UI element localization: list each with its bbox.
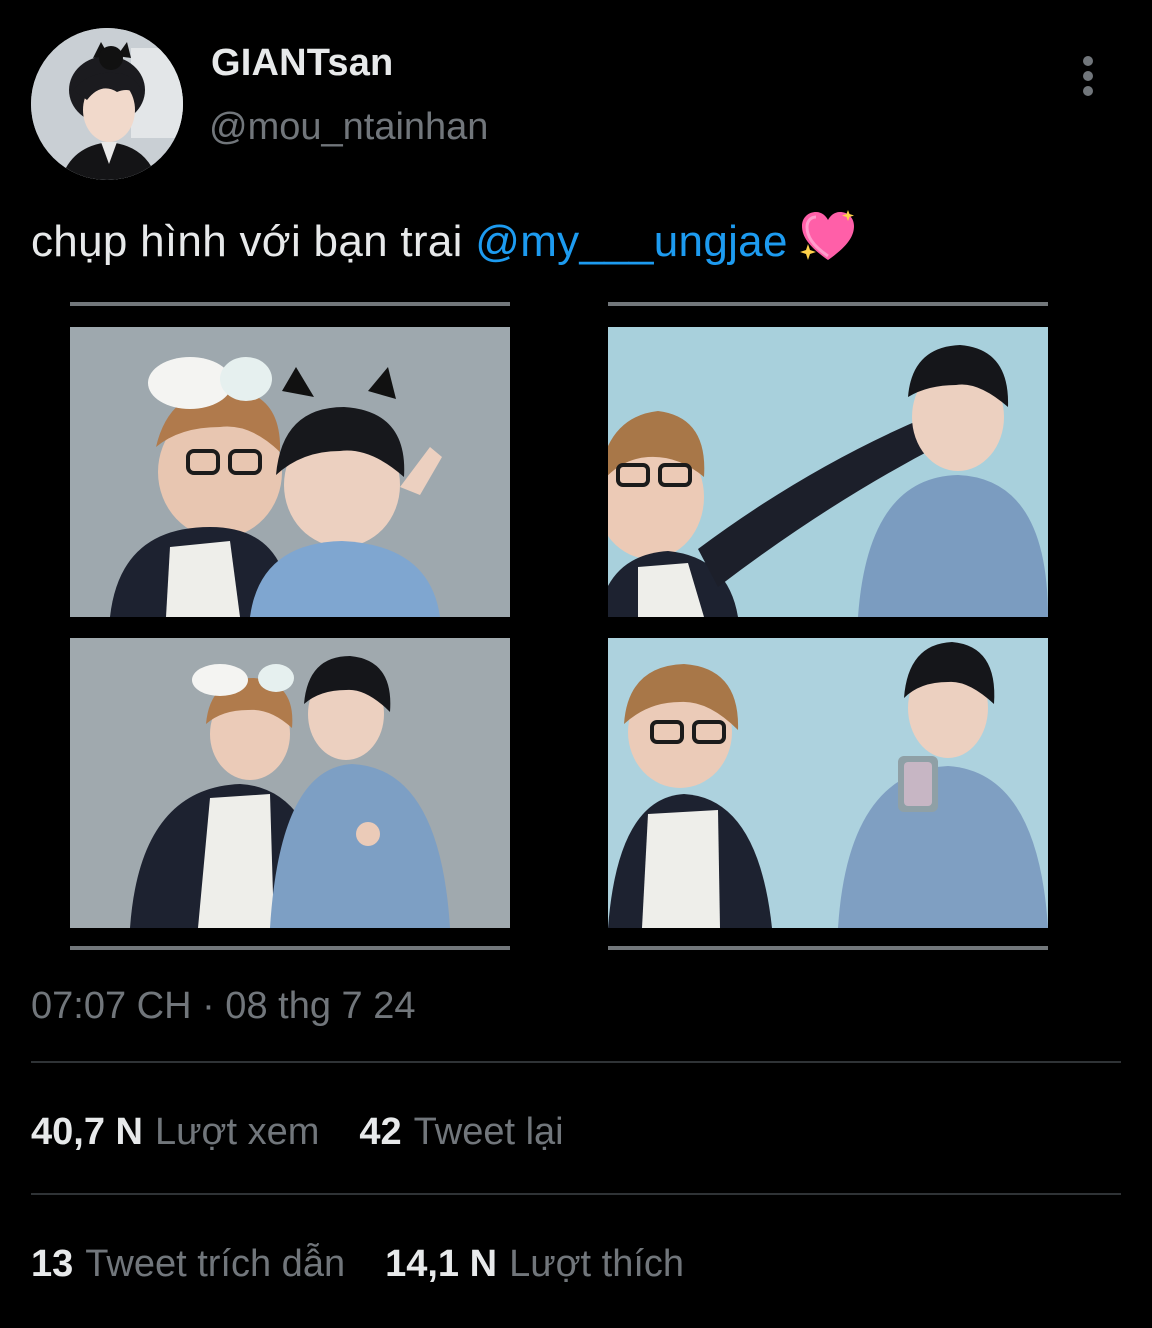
retweets-count: 42 [359, 1111, 402, 1153]
more-dot [1083, 71, 1093, 81]
more-vertical-icon [1083, 56, 1093, 66]
photo-strip-edge [608, 946, 1048, 950]
views-count: 40,7 N [31, 1111, 143, 1153]
tweet-timestamp[interactable]: 07:07 CH · 08 thg 7 24 [31, 985, 415, 1028]
divider [31, 1193, 1121, 1195]
tweet-media-photo[interactable] [60, 296, 1060, 956]
more-dot [1083, 86, 1093, 96]
sparkling-heart-emoji [798, 208, 858, 275]
photo-booth-shot-1 [70, 327, 510, 617]
photo-strip-edge [70, 946, 510, 950]
author-avatar[interactable] [31, 28, 183, 180]
likes-stat[interactable]: 14,1 N Lượt thích [385, 1243, 684, 1286]
tweet-text: chụp hình với bạn trai @my___ungjae [31, 208, 858, 275]
author-display-name[interactable]: GIANTsan [211, 42, 393, 85]
tweet-body: chụp hình với bạn trai [31, 217, 476, 266]
divider [31, 1061, 1121, 1063]
likes-count: 14,1 N [385, 1243, 498, 1285]
stats-row-2: 13 Tweet trích dẫn 14,1 N Lượt thích [31, 1243, 684, 1286]
stats-row-1: 40,7 N Lượt xem 42 Tweet lại [31, 1111, 564, 1154]
more-options-button[interactable] [1073, 54, 1103, 98]
photo-booth-shot-3 [70, 638, 510, 928]
photo-strip-edge [70, 302, 510, 306]
avatar-image [31, 28, 183, 180]
quotes-stat[interactable]: 13 Tweet trích dẫn [31, 1243, 345, 1286]
mention-link[interactable]: @my___ungjae [475, 217, 787, 266]
retweets-stat[interactable]: 42 Tweet lại [359, 1111, 563, 1154]
views-stat[interactable]: 40,7 N Lượt xem [31, 1111, 319, 1154]
tweet-header: GIANTsan @mou_ntainhan [31, 28, 1121, 180]
likes-label: Lượt thích [509, 1243, 685, 1285]
photo-strip-edge [608, 302, 1048, 306]
author-handle[interactable]: @mou_ntainhan [209, 106, 488, 149]
quotes-label: Tweet trích dẫn [85, 1243, 346, 1285]
views-label: Lượt xem [154, 1111, 320, 1153]
photo-booth-shot-2 [608, 327, 1048, 617]
quotes-count: 13 [31, 1243, 74, 1285]
photo-booth-shot-4 [608, 638, 1048, 928]
retweets-label: Tweet lại [413, 1111, 564, 1153]
